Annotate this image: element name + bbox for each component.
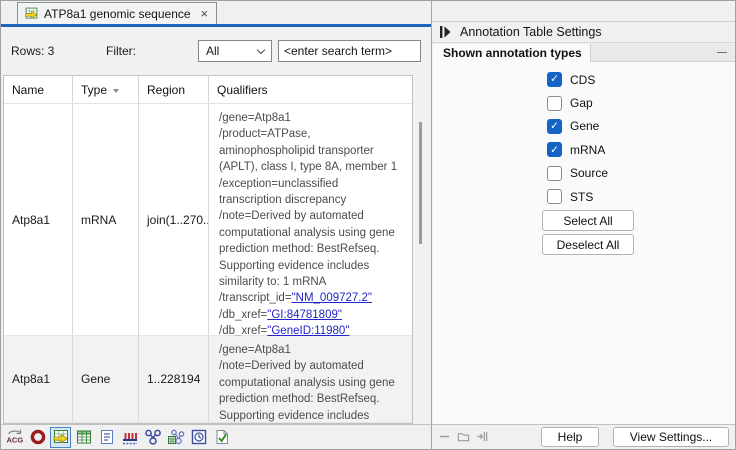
search-input[interactable] [278, 40, 421, 62]
chevron-down-icon [256, 45, 266, 54]
qualifier-entry: /transcript_id="NM_009727.2" [219, 292, 372, 305]
tab-title: ATP8a1 genomic sequence [44, 6, 191, 21]
qualifier-entry: /product=ATPase, aminophospholipid trans… [219, 128, 398, 174]
qualifier-entry: /exception=unclassified transcription di… [219, 177, 347, 207]
circular-view-icon[interactable] [27, 427, 48, 448]
table-view-icon[interactable] [73, 427, 94, 448]
qualifier-entry: /gene=Atp8a1 [219, 112, 291, 124]
editor-pane: ATP8a1 genomic sequence × Rows: 3 Filter… [1, 1, 431, 449]
graph-view-icon[interactable] [119, 427, 140, 448]
annotation-table-view-icon[interactable] [50, 426, 71, 448]
minimize-groups-icon[interactable] [438, 430, 451, 443]
sort-descending-icon [113, 89, 120, 93]
table-toolbar: Rows: 3 Filter: All [1, 27, 431, 75]
qualifier-link[interactable]: "GI:84781809" [267, 309, 342, 321]
scrollbar-thumb[interactable] [419, 122, 422, 244]
table-row[interactable]: Atp8a1 mRNA join(1..270... /gene=Atp8a1/… [4, 104, 412, 354]
column-header-region[interactable]: Region [139, 76, 209, 103]
view-mode-bar: ACG [1, 424, 431, 449]
checkbox [547, 72, 562, 88]
structure-grid-view-icon[interactable] [165, 427, 186, 448]
cell-region: 1..228194 [139, 336, 209, 422]
text-view-icon[interactable] [96, 427, 117, 448]
annotation-type-source[interactable]: Source [547, 162, 735, 185]
cell-type: Gene [73, 336, 139, 422]
annotation-type-sts[interactable]: STS [547, 185, 735, 208]
annotation-table: Name Type Region Qualifiers Atp8a1 mRNA … [3, 75, 413, 424]
table-row[interactable]: Atp8a1 Gene 1..228194 /gene=Atp8a1/note=… [4, 336, 412, 423]
checkbox-label: Gap [570, 96, 593, 111]
checkbox-label: CDS [570, 72, 596, 87]
annotation-type-list: CDS Gap Gene mRNA Source STS [433, 68, 735, 208]
float-panel-icon[interactable] [457, 430, 470, 443]
sequence-view-icon[interactable]: ACG [4, 427, 25, 448]
checkbox-label: Source [570, 166, 609, 181]
close-icon[interactable]: × [201, 7, 209, 20]
dock-panel-icon[interactable] [476, 430, 489, 443]
view-settings-button[interactable]: View Settings... [613, 427, 729, 447]
annotation-type-cds[interactable]: CDS [547, 68, 735, 91]
side-panel-footer-icons [438, 430, 489, 443]
cell-name: Atp8a1 [4, 336, 73, 422]
checkbox-label: mRNA [570, 142, 606, 157]
cell-type: mRNA [73, 104, 139, 335]
side-panel-header: Annotation Table Settings [432, 21, 735, 43]
annotation-type-gap[interactable]: Gap [547, 91, 735, 114]
cell-name: Atp8a1 [4, 104, 73, 335]
checkbox-label: Gene [570, 119, 600, 134]
help-button[interactable]: Help [541, 427, 599, 447]
qualifier-entry: /gene=Atp8a1 [219, 344, 291, 356]
annotation-type-gene[interactable]: Gene [547, 115, 735, 138]
cell-qualifiers: /gene=Atp8a1/product=ATPase, aminophosph… [209, 104, 412, 354]
column-header-type[interactable]: Type [73, 76, 139, 103]
checkbox [547, 95, 562, 111]
annotation-types-group-header: Shown annotation types [433, 44, 735, 62]
checkbox [547, 118, 562, 134]
table-header-row: Name Type Region Qualifiers [4, 76, 412, 104]
deselect-all-button[interactable]: Deselect All [542, 234, 634, 255]
history-view-icon[interactable] [211, 427, 232, 448]
rows-count-label: Rows: 3 [11, 44, 55, 58]
column-header-name[interactable]: Name [4, 76, 73, 103]
secondary-structure-view-icon[interactable] [142, 427, 163, 448]
annotation-type-mrna[interactable]: mRNA [547, 138, 735, 161]
vertical-scrollbar[interactable] [413, 75, 428, 424]
annotation-types-group: CDS Gap Gene mRNA Source STS Select All … [433, 62, 735, 424]
column-header-qualifiers[interactable]: Qualifiers [209, 76, 412, 103]
tab-atp8a1-genomic-sequence[interactable]: ATP8a1 genomic sequence × [17, 2, 218, 24]
tab-bar: ATP8a1 genomic sequence × [1, 1, 431, 24]
cell-region: join(1..270... [139, 104, 209, 335]
collapse-panel-icon[interactable] [440, 26, 451, 38]
checkbox [547, 189, 562, 205]
table-body: Atp8a1 mRNA join(1..270... /gene=Atp8a1/… [4, 104, 412, 423]
checkbox [547, 165, 562, 181]
filter-label: Filter: [106, 44, 136, 58]
filter-dropdown-value: All [206, 44, 220, 58]
qualifier-link[interactable]: "NM_009727.2" [292, 292, 372, 304]
cell-qualifiers: /gene=Atp8a1/note=Derived by automated c… [209, 336, 412, 422]
app-window: ATP8a1 genomic sequence × Rows: 3 Filter… [0, 0, 736, 450]
checkbox [547, 142, 562, 158]
element-info-view-icon[interactable] [188, 427, 209, 448]
select-all-button[interactable]: Select All [542, 210, 634, 231]
qualifier-entry: /note=Derived by automated computational… [219, 360, 395, 422]
filter-dropdown[interactable]: All [198, 40, 272, 62]
svg-text:ACG: ACG [6, 436, 23, 445]
annotation-types-group-tab[interactable]: Shown annotation types [433, 44, 591, 62]
annotation-table-icon [24, 6, 39, 21]
collapse-group-icon[interactable] [717, 51, 727, 54]
side-panel-footer: Help View Settings... [432, 424, 735, 449]
qualifier-entry: /note=Derived by automated computational… [219, 210, 395, 289]
qualifier-entry: /db_xref="GI:84781809" [219, 308, 342, 321]
side-panel-title: Annotation Table Settings [460, 25, 602, 39]
side-panel: Annotation Table Settings Shown annotati… [431, 1, 735, 449]
checkbox-label: STS [570, 189, 594, 204]
